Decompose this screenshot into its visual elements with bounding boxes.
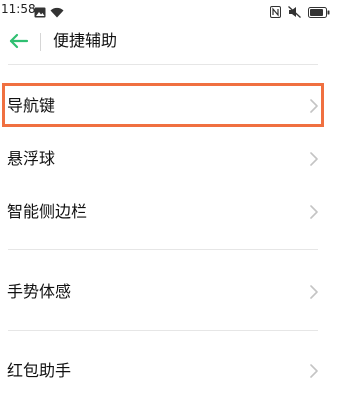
section-divider — [8, 330, 318, 331]
wifi-icon — [50, 3, 64, 22]
title-separator — [40, 33, 41, 51]
settings-item-floating-ball[interactable]: 悬浮球 — [0, 133, 337, 185]
chevron-right-icon — [310, 205, 318, 219]
settings-item-label: 悬浮球 — [7, 149, 56, 168]
section-divider — [8, 249, 318, 250]
settings-item-label: 手势体感 — [7, 282, 72, 301]
mute-icon — [288, 3, 301, 22]
settings-item-gestures-motions[interactable]: 手势体感 — [0, 266, 337, 318]
nfc-icon — [270, 3, 281, 22]
status-bar: 11:58 — [0, 0, 337, 18]
chevron-right-icon — [310, 364, 318, 378]
status-time: 11:58 — [1, 2, 36, 16]
settings-item-red-packet-assistant[interactable]: 红包助手 — [0, 345, 337, 397]
settings-item-label: 导航键 — [7, 96, 56, 115]
header-bar: 便捷辅助 — [0, 22, 337, 62]
back-arrow-icon — [9, 33, 29, 49]
header-divider — [8, 64, 318, 65]
chevron-right-icon — [310, 99, 318, 113]
settings-item-label: 智能侧边栏 — [7, 202, 88, 221]
battery-icon — [308, 3, 330, 22]
settings-item-navigation-keys[interactable]: 导航键 — [0, 80, 337, 132]
settings-item-label: 红包助手 — [7, 361, 72, 380]
back-button[interactable] — [8, 30, 30, 52]
settings-item-smart-sidebar[interactable]: 智能侧边栏 — [0, 186, 337, 238]
page-title: 便捷辅助 — [53, 31, 118, 50]
notification-image-icon — [34, 3, 46, 22]
chevron-right-icon — [310, 152, 318, 166]
chevron-right-icon — [310, 285, 318, 299]
